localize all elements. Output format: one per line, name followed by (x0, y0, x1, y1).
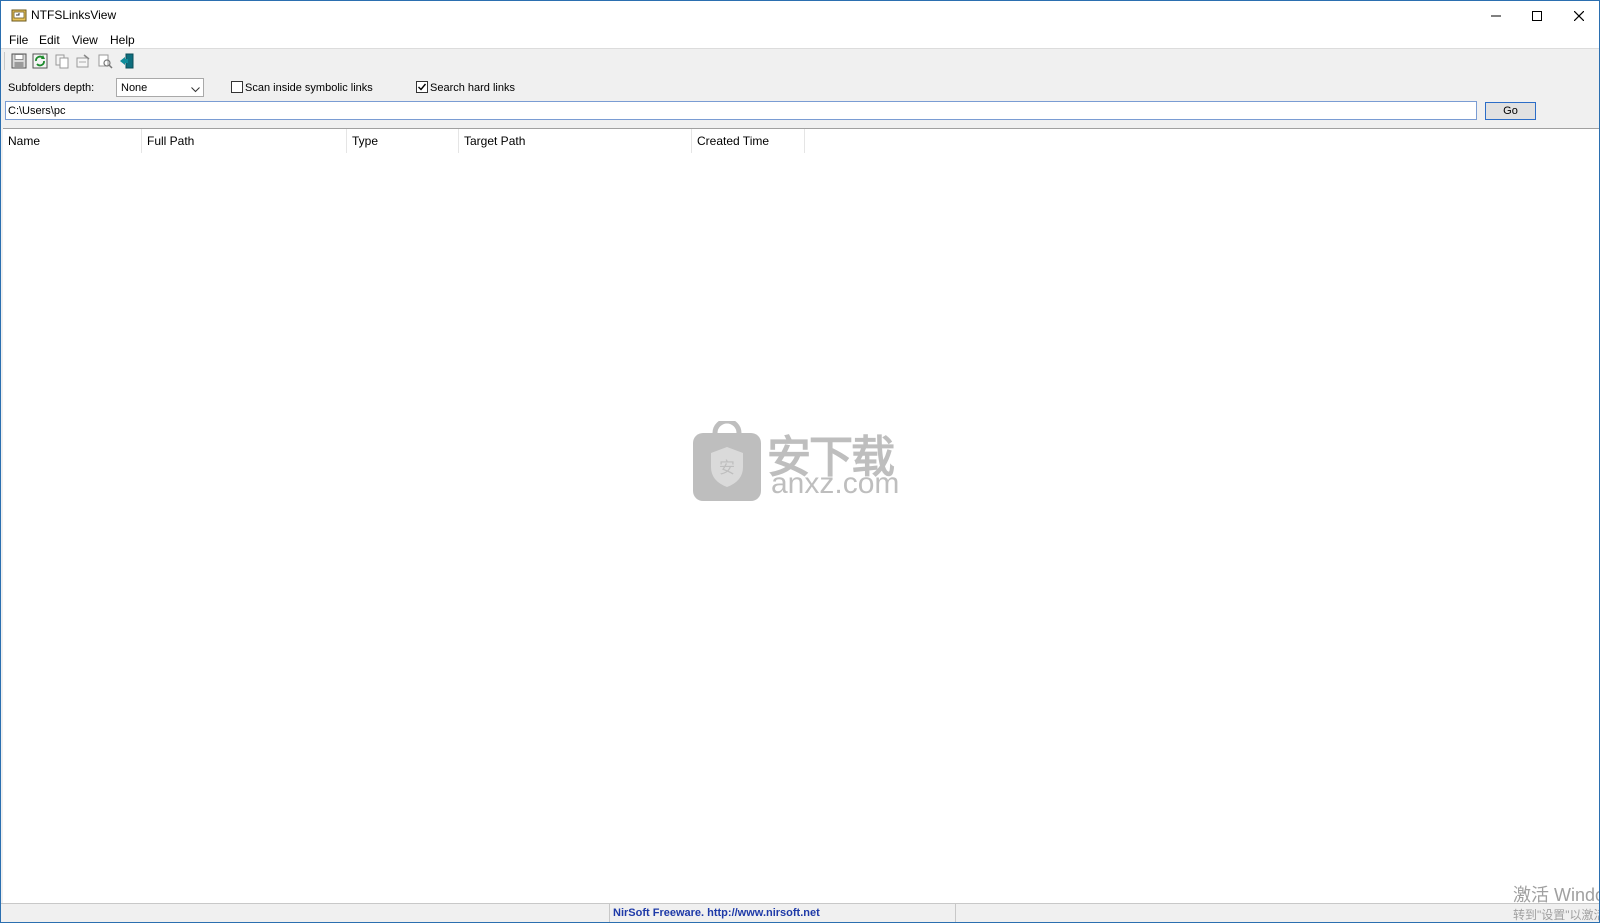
refresh-button[interactable] (30, 51, 50, 71)
svg-text:安: 安 (719, 458, 735, 477)
check-icon (418, 83, 427, 91)
menu-view[interactable]: View (69, 32, 101, 48)
menu-edit[interactable]: Edit (36, 32, 63, 48)
links-list-view[interactable]: Name Full Path Type Target Path Created … (3, 128, 1599, 904)
search-hard-links-label[interactable]: Search hard links (430, 82, 515, 94)
copy-icon (55, 54, 69, 69)
column-header-type[interactable]: Type (347, 129, 459, 153)
menu-help[interactable]: Help (107, 32, 138, 48)
activate-windows-subtext: 转到"设置"以激活 (1513, 908, 1600, 922)
properties-button[interactable] (73, 51, 93, 71)
refresh-icon (32, 53, 48, 69)
column-header-created-time[interactable]: Created Time (692, 129, 805, 153)
save-icon (11, 53, 27, 69)
app-window: NTFSLinksView File Edit View Help Subfol… (0, 0, 1600, 923)
activate-windows-text: 激活 Windows (1513, 885, 1599, 905)
chevron-down-icon (191, 84, 200, 96)
column-header-name[interactable]: Name (3, 129, 142, 153)
toolbar-grip[interactable] (4, 52, 7, 70)
status-pane-left (1, 904, 610, 922)
column-header-full-path[interactable]: Full Path (142, 129, 347, 153)
scan-symbolic-label[interactable]: Scan inside symbolic links (245, 82, 373, 94)
subfolders-depth-label: Subfolders depth: (8, 82, 95, 94)
maximize-button[interactable] (1515, 1, 1559, 31)
close-button[interactable] (1557, 1, 1599, 31)
status-nirsoft-link[interactable]: NirSoft Freeware. http://www.nirsoft.net (613, 907, 820, 919)
scan-symbolic-checkbox[interactable] (231, 81, 243, 93)
maximize-icon (1532, 11, 1542, 21)
shield-bag-icon: 安 (693, 418, 761, 501)
properties-icon (76, 54, 90, 68)
watermark: 安 安下载 anxz.com (691, 418, 911, 506)
menu-bar: File Edit View Help (1, 31, 1599, 49)
search-hard-links-checkbox[interactable] (416, 81, 428, 93)
go-button[interactable]: Go (1485, 102, 1536, 120)
toolbar (1, 49, 1599, 73)
subfolders-depth-select[interactable]: None (116, 78, 204, 97)
subfolders-depth-value: None (121, 82, 148, 94)
menu-file[interactable]: File (6, 32, 31, 48)
watermark-domain: anxz.com (771, 467, 900, 500)
title-bar[interactable]: NTFSLinksView (1, 1, 1599, 31)
find-icon (98, 54, 113, 69)
copy-button[interactable] (52, 51, 72, 71)
find-button[interactable] (95, 51, 115, 71)
save-button[interactable] (9, 51, 29, 71)
status-bar: NirSoft Freeware. http://www.nirsoft.net (1, 903, 1599, 922)
exit-icon (120, 53, 134, 69)
path-input[interactable] (5, 101, 1477, 120)
exit-button[interactable] (117, 51, 137, 71)
app-icon (11, 8, 27, 22)
window-title: NTFSLinksView (31, 8, 117, 22)
close-icon (1574, 11, 1584, 21)
minimize-icon (1491, 15, 1501, 17)
minimize-button[interactable] (1474, 1, 1518, 31)
column-header-target-path[interactable]: Target Path (459, 129, 692, 153)
